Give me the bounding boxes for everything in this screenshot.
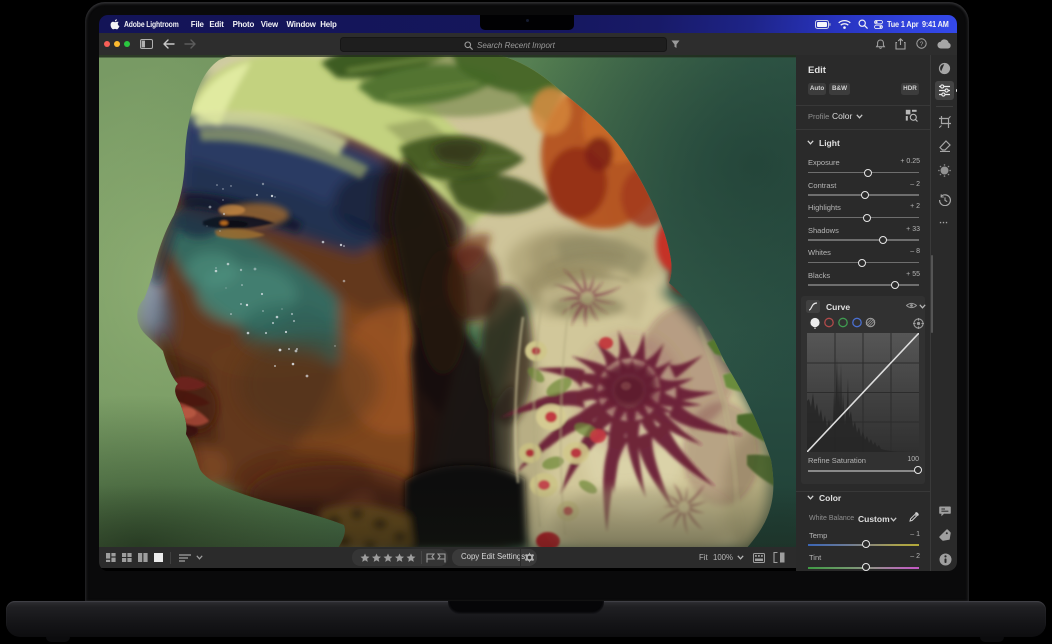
svg-text:?: ? — [920, 41, 924, 48]
